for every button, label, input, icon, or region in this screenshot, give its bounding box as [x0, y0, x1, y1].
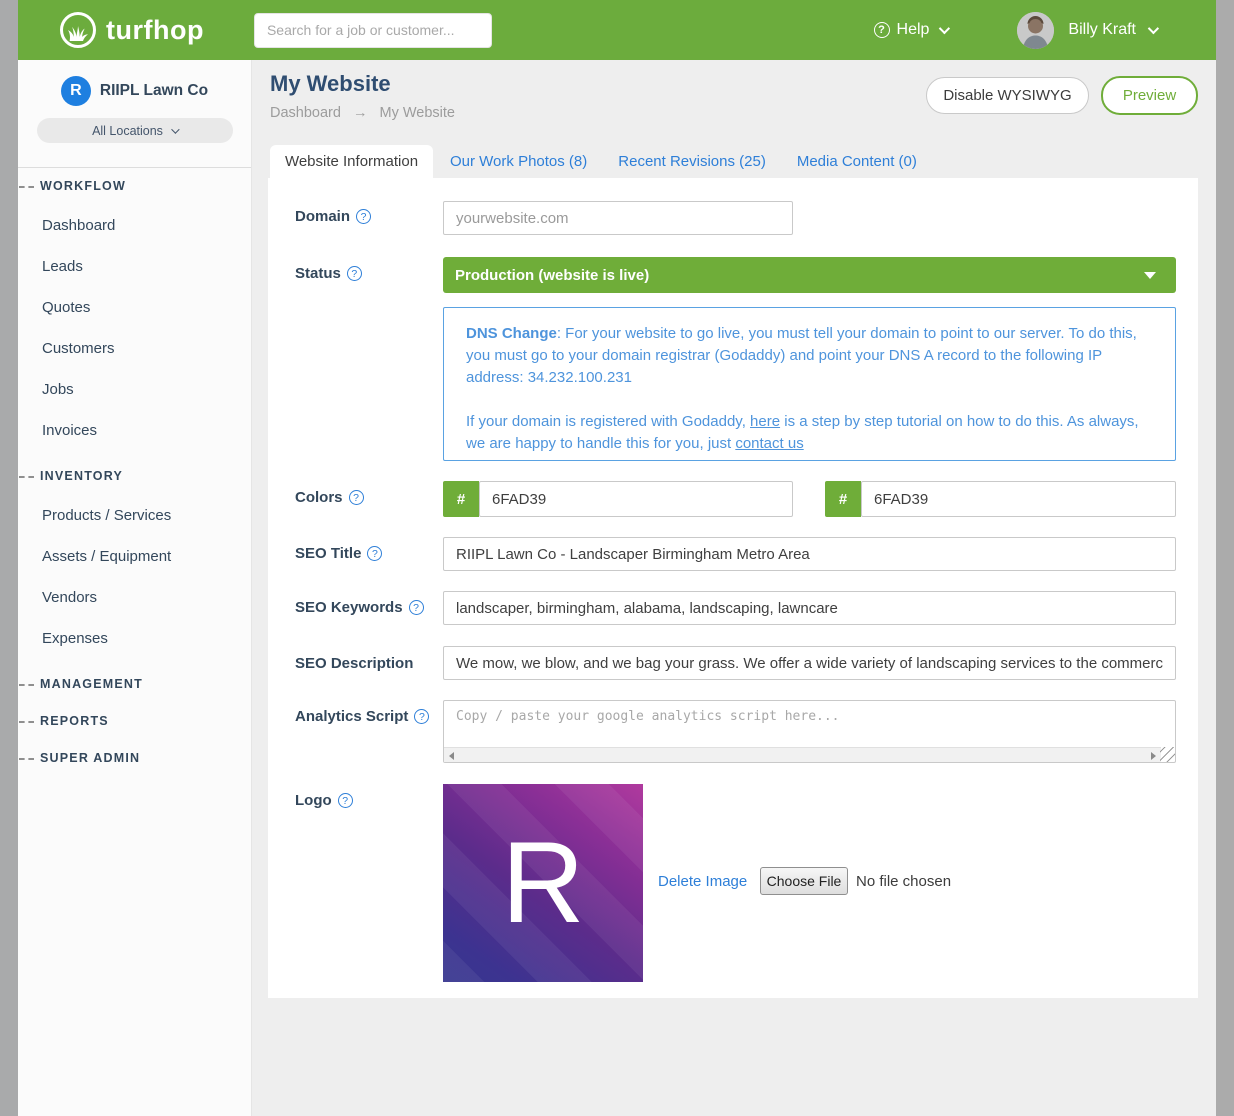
brand-name: turfhop	[106, 15, 204, 46]
logo-label: Logo?	[295, 792, 353, 809]
help-menu[interactable]: ? Help	[874, 21, 948, 39]
sidebar-item-dashboard[interactable]: Dashboard	[42, 217, 251, 234]
sidebar-item-quotes[interactable]: Quotes	[42, 299, 251, 316]
section-dashes-icon	[19, 721, 34, 723]
sidebar-section-workflow[interactable]: WORKFLOW	[40, 179, 251, 193]
horizontal-scrollbar[interactable]	[444, 747, 1161, 762]
section-dashes-icon	[19, 186, 34, 188]
analytics-placeholder: Copy / paste your google analytics scrip…	[456, 709, 840, 724]
tab-bar: Website Information Our Work Photos (8) …	[270, 145, 917, 178]
sidebar-item-products-services[interactable]: Products / Services	[42, 507, 251, 524]
preview-button[interactable]: Preview	[1101, 76, 1198, 115]
sidebar-item-expenses[interactable]: Expenses	[42, 630, 251, 647]
caret-down-icon	[1144, 272, 1156, 279]
page-scrollbar[interactable]	[1216, 0, 1234, 1116]
domain-label: Domain?	[295, 208, 371, 225]
seo-description-input[interactable]	[443, 646, 1176, 680]
seo-title-label: SEO Title?	[295, 545, 382, 562]
company-name: RIIPL Lawn Co	[100, 82, 208, 100]
scroll-left-icon[interactable]	[449, 752, 454, 760]
chevron-down-icon	[939, 23, 950, 34]
status-label: Status?	[295, 265, 362, 282]
breadcrumb-arrow-icon: →	[353, 105, 368, 121]
sidebar-item-customers[interactable]: Customers	[42, 340, 251, 357]
sidebar-section-inventory[interactable]: INVENTORY	[40, 469, 251, 483]
tab-our-work-photos[interactable]: Our Work Photos (8)	[450, 153, 587, 170]
help-label: Help	[897, 21, 930, 39]
disable-wysiwyg-button[interactable]: Disable WYSIWYG	[926, 77, 1089, 114]
logo-delete-image-link[interactable]: Delete Image	[658, 873, 747, 890]
color-hash-prefix: #	[443, 481, 479, 517]
analytics-script-textarea[interactable]: Copy / paste your google analytics scrip…	[443, 700, 1176, 763]
question-icon[interactable]: ?	[356, 209, 371, 224]
sidebar-item-invoices[interactable]: Invoices	[42, 422, 251, 439]
tutorial-link[interactable]: here	[750, 413, 780, 430]
breadcrumb: Dashboard → My Website	[270, 105, 455, 121]
seo-description-label: SEO Description	[295, 655, 413, 672]
sidebar-item-jobs[interactable]: Jobs	[42, 381, 251, 398]
company-header: R RIIPL Lawn Co	[18, 76, 251, 106]
website-information-panel: Domain? Status? Production (website is l…	[268, 178, 1198, 998]
question-icon[interactable]: ?	[367, 546, 382, 561]
search-input[interactable]	[254, 13, 492, 48]
locations-dropdown[interactable]: All Locations	[37, 118, 233, 143]
locations-label: All Locations	[92, 124, 163, 138]
breadcrumb-dashboard[interactable]: Dashboard	[270, 105, 341, 121]
resize-grip[interactable]	[1160, 747, 1175, 762]
left-scrollbar[interactable]	[0, 0, 18, 1116]
help-icon: ?	[874, 22, 890, 38]
color-1-input[interactable]	[479, 481, 793, 517]
sidebar-item-leads[interactable]: Leads	[42, 258, 251, 275]
colors-label: Colors?	[295, 489, 364, 506]
logo-no-file-chosen: No file chosen	[856, 873, 951, 890]
chevron-down-icon	[171, 125, 179, 133]
logo-letter: R	[443, 784, 643, 982]
logo-choose-file-button[interactable]: Choose File	[760, 867, 848, 895]
tab-website-information[interactable]: Website Information	[270, 145, 433, 178]
sidebar-item-vendors[interactable]: Vendors	[42, 589, 251, 606]
scroll-right-icon[interactable]	[1151, 752, 1156, 760]
section-dashes-icon	[19, 758, 34, 760]
dns-change-notice: DNS Change: For your website to go live,…	[443, 307, 1176, 461]
seo-keywords-label: SEO Keywords?	[295, 599, 424, 616]
seo-keywords-input[interactable]	[443, 591, 1176, 625]
question-icon[interactable]: ?	[349, 490, 364, 505]
brand-logo[interactable]: turfhop	[60, 12, 204, 48]
color-hash-prefix: #	[825, 481, 861, 517]
sidebar-divider	[18, 167, 251, 168]
analytics-script-label: Analytics Script?	[295, 708, 429, 725]
question-icon[interactable]: ?	[338, 793, 353, 808]
main-content: My Website Dashboard → My Website Disabl…	[252, 60, 1216, 1116]
question-icon[interactable]: ?	[414, 709, 429, 724]
seo-title-input[interactable]	[443, 537, 1176, 571]
grass-icon	[60, 12, 96, 48]
sidebar-item-assets-equipment[interactable]: Assets / Equipment	[42, 548, 251, 565]
tab-media-content[interactable]: Media Content (0)	[797, 153, 917, 170]
status-select[interactable]: Production (website is live)	[443, 257, 1176, 293]
breadcrumb-my-website: My Website	[380, 105, 455, 121]
sidebar-section-super-admin[interactable]: SUPER ADMIN	[40, 751, 251, 765]
tab-recent-revisions[interactable]: Recent Revisions (25)	[618, 153, 766, 170]
user-name[interactable]: Billy Kraft	[1068, 21, 1136, 39]
chevron-down-icon	[1148, 23, 1159, 34]
top-header: turfhop ? Help Billy Kraft	[18, 0, 1216, 60]
user-avatar[interactable]	[1017, 12, 1054, 49]
color-2-input[interactable]	[861, 481, 1176, 517]
question-icon[interactable]: ?	[347, 266, 362, 281]
sidebar-section-reports[interactable]: REPORTS	[40, 714, 251, 728]
sidebar: R RIIPL Lawn Co All Locations WORKFLOW D…	[18, 60, 252, 1116]
status-value: Production (website is live)	[455, 267, 649, 284]
section-dashes-icon	[19, 476, 34, 478]
section-dashes-icon	[19, 684, 34, 686]
logo-preview-image: R	[443, 784, 643, 982]
app-window: turfhop ? Help Billy Kraft R RIIPL Lawn …	[0, 0, 1234, 1116]
sidebar-section-management[interactable]: MANAGEMENT	[40, 677, 251, 691]
page-title: My Website	[270, 71, 391, 97]
contact-us-link[interactable]: contact us	[735, 435, 803, 452]
dns-notice-title: DNS Change	[466, 325, 557, 342]
question-icon[interactable]: ?	[409, 600, 424, 615]
company-logo-icon: R	[61, 76, 91, 106]
domain-input[interactable]	[443, 201, 793, 235]
